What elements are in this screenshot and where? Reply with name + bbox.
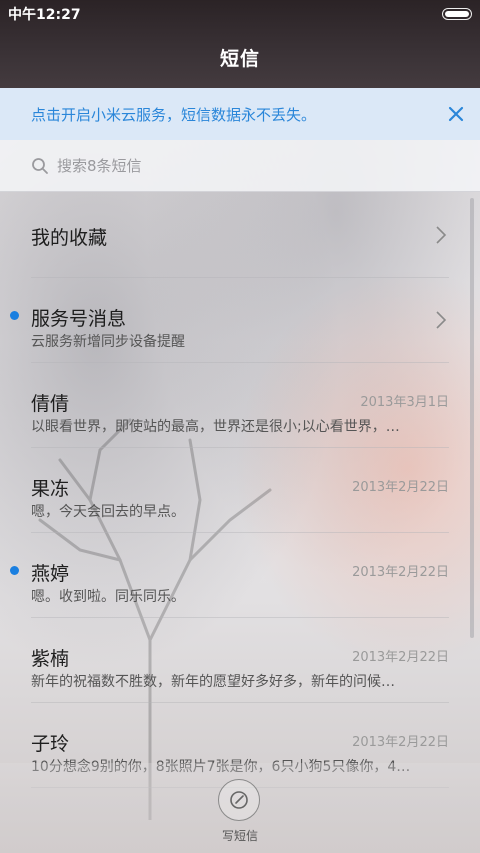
status-time: 中午12:27 [8, 7, 81, 23]
message-date: 2013年2月22日 [352, 735, 449, 750]
compose-button[interactable] [218, 779, 260, 821]
status-bar: 中午12:27 [0, 0, 480, 28]
list-item[interactable]: 果冻 2013年2月22日 嗯，今天会回去的早点。 [31, 448, 449, 533]
compose-icon [230, 791, 248, 809]
top-bar: 中午12:27 短信 [0, 0, 480, 88]
contact-name: 果冻 [31, 478, 70, 500]
list-item[interactable]: 服务号消息 云服务新增同步设备提醒 [10, 278, 449, 363]
close-icon[interactable] [444, 102, 468, 126]
page-title: 短信 [219, 48, 260, 70]
message-preview: 嗯，今天会回去的早点。 [31, 504, 185, 520]
contact-name: 子玲 [31, 733, 70, 755]
bottom-bar: 写短信 [0, 763, 480, 853]
contact-name: 紫楠 [31, 648, 70, 670]
search-input[interactable]: 搜索8条短信 [0, 140, 480, 192]
message-preview: 以眼看世界，即使站的最高，世界还是很小;以心看世界，… [31, 419, 400, 435]
contact-name: 燕婷 [31, 563, 70, 585]
list-item[interactable]: 紫楠 2013年2月22日 新年的祝福数不胜数，新年的愿望好多好多，新年的问候… [31, 618, 449, 703]
message-preview: 新年的祝福数不胜数，新年的愿望好多好多，新年的问候… [31, 674, 395, 690]
scrollbar[interactable] [470, 198, 474, 638]
contact-name: 服务号消息 [31, 308, 127, 330]
cloud-service-banner[interactable]: 点击开启小米云服务，短信数据永不丢失。 [0, 88, 480, 140]
cloud-banner-text[interactable]: 点击开启小米云服务，短信数据永不丢失。 [31, 104, 316, 125]
unread-dot [10, 311, 19, 320]
favorites-item[interactable]: 我的收藏 [31, 193, 449, 278]
message-date: 2013年3月1日 [360, 395, 449, 410]
chevron-right-icon [436, 226, 447, 244]
message-preview: 云服务新增同步设备提醒 [31, 334, 185, 350]
list-item[interactable]: 燕婷 2013年2月22日 嗯。收到啦。同乐同乐。 [10, 533, 449, 618]
list-item[interactable]: 倩倩 2013年3月1日 以眼看世界，即使站的最高，世界还是很小;以心看世界，… [31, 363, 449, 448]
message-preview: 嗯。收到啦。同乐同乐。 [31, 589, 185, 605]
conversation-list: 我的收藏 服务号消息 云服务新增同步设备提醒 倩倩 2013年3月1日 以眼看世… [0, 193, 480, 788]
unread-dot [10, 566, 19, 575]
message-date: 2013年2月22日 [352, 480, 449, 495]
favorites-label: 我的收藏 [31, 227, 108, 249]
contact-name: 倩倩 [31, 393, 70, 415]
search-placeholder: 搜索8条短信 [57, 157, 142, 175]
message-date: 2013年2月22日 [352, 650, 449, 665]
chevron-right-icon [436, 311, 447, 329]
message-date: 2013年2月22日 [352, 565, 449, 580]
search-icon [31, 157, 49, 175]
compose-label[interactable]: 写短信 [0, 827, 480, 844]
battery-icon [442, 8, 472, 20]
